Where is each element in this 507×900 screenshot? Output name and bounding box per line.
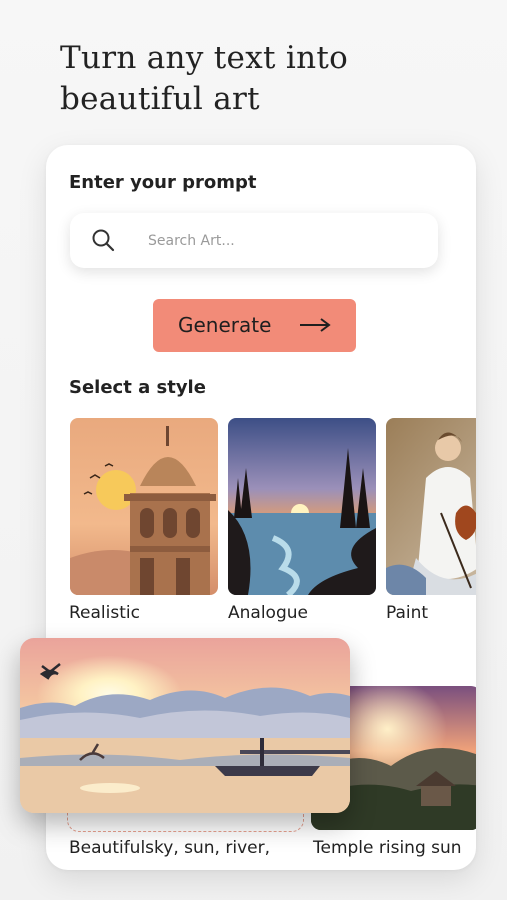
style-thumb-realistic[interactable]	[70, 418, 218, 595]
realistic-palace-image	[70, 418, 218, 595]
style-thumb-analogue[interactable]	[228, 418, 376, 595]
search-box[interactable]	[70, 213, 438, 268]
headline-line-2: beautiful art	[60, 81, 260, 117]
headline-line-1: Turn any text into	[60, 40, 349, 76]
example-label-temple: Temple rising sun	[313, 838, 462, 858]
style-label-analogue: Analogue	[228, 603, 308, 623]
analogue-sunset-image	[228, 418, 376, 595]
style-label-realistic: Realistic	[69, 603, 140, 623]
prompt-label: Enter your prompt	[69, 172, 257, 193]
example-thumb-sky-river[interactable]	[20, 638, 350, 813]
style-thumb-paint[interactable]	[386, 418, 476, 595]
arrow-right-icon	[300, 318, 331, 332]
style-label-paint: Paint	[386, 603, 429, 623]
example-label-sky-river: Beautifulsky, sun, river,	[69, 838, 270, 858]
generate-button-label: Generate	[178, 313, 272, 337]
generate-button[interactable]: Generate	[153, 299, 356, 352]
headline: Turn any text into beautiful art	[60, 38, 480, 120]
search-icon	[92, 229, 115, 252]
style-label: Select a style	[69, 377, 206, 398]
paint-violinist-image	[386, 418, 476, 595]
sky-sun-river-image	[20, 638, 350, 813]
search-input[interactable]	[146, 228, 410, 254]
